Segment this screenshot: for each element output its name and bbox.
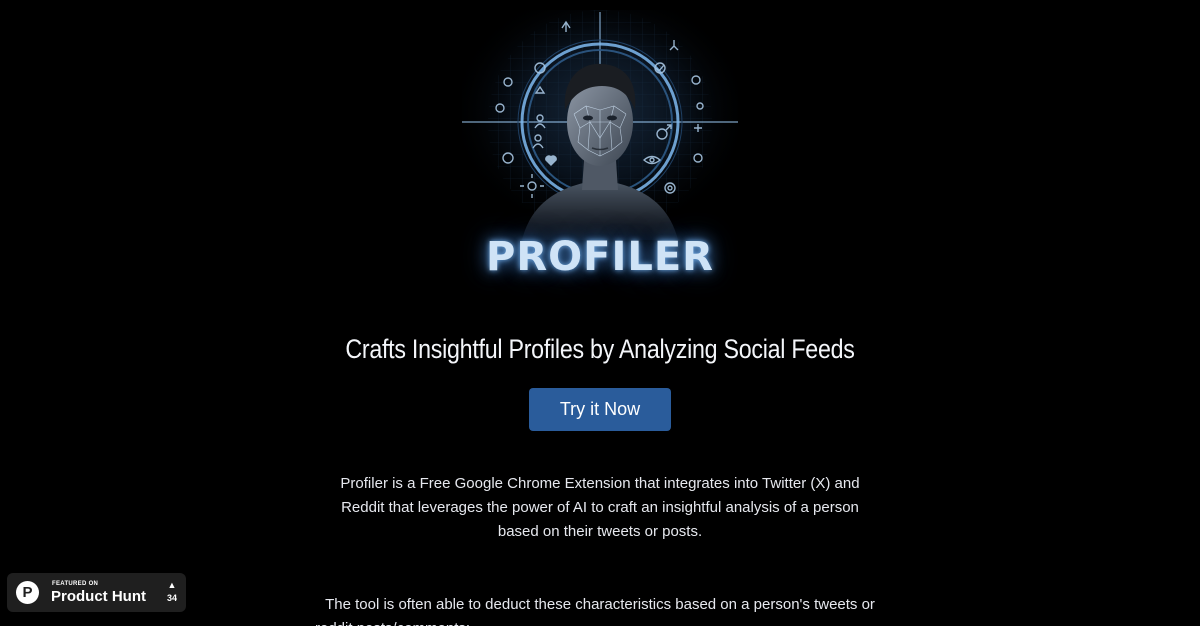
landing-page: PROFILER Crafts Insightful Profiles by A…: [0, 0, 1200, 626]
characteristics-intro: The tool is often able to deduct these c…: [325, 596, 875, 613]
try-it-now-button[interactable]: Try it Now: [529, 388, 671, 431]
upvote-count: 34: [166, 593, 177, 603]
page-headline: Crafts Insightful Profiles by Analyzing …: [345, 334, 855, 364]
upvote-arrow-icon: ▲: [167, 580, 177, 590]
featured-on-label: FEATURED ON: [52, 581, 99, 587]
product-hunt-logo-letter: P: [22, 584, 33, 601]
product-hunt-badge[interactable]: P FEATURED ON Product Hunt ▲ 34: [7, 573, 186, 612]
profiler-logo-text: PROFILER: [486, 234, 714, 280]
characteristics-intro-continued: reddit posts/comments:: [315, 617, 470, 626]
product-description: Profiler is a Free Google Chrome Extensi…: [340, 475, 860, 540]
product-hunt-name: Product Hunt: [51, 588, 146, 605]
product-hunt-logo-icon: P: [16, 581, 39, 604]
